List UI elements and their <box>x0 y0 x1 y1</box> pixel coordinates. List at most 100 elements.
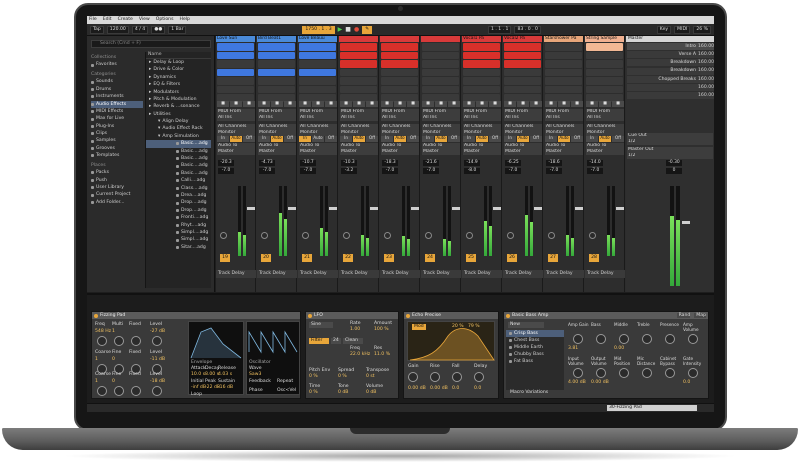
browser-preset-file[interactable]: Fronti....adg <box>146 214 211 221</box>
volume-readout[interactable]: -18.3 <box>382 160 398 166</box>
clip-slot[interactable] <box>340 60 377 68</box>
stop-clip-button[interactable]: ■ <box>586 100 598 107</box>
volume-readout[interactable]: -14.9 <box>464 160 480 166</box>
send-knob[interactable] <box>548 232 555 239</box>
send-knob[interactable] <box>384 232 391 239</box>
scene-tempo[interactable]: 160.00 <box>698 68 714 74</box>
track-number-button[interactable]: 24 <box>425 254 435 262</box>
monitor-auto-button[interactable]: Auto <box>271 135 283 142</box>
stop-clip-button[interactable]: ■ <box>612 100 624 107</box>
clip-slot[interactable] <box>422 68 459 76</box>
track-name[interactable]: Vocal1 Pa <box>462 36 501 42</box>
preset-item[interactable]: Chubby Bass <box>506 351 564 358</box>
stop-clip-button[interactable]: ■ <box>299 100 311 107</box>
lfo-param-value[interactable]: 100 % <box>374 327 389 333</box>
sustain-value[interactable]: -16 dB <box>218 385 233 391</box>
send-knob[interactable] <box>343 232 350 239</box>
scene-5[interactable]: Chopped Breaks 160.00 <box>627 75 714 83</box>
scene-2[interactable]: Verse A 160.00 <box>627 51 714 59</box>
browser-folder[interactable]: ▸ Modulators <box>146 89 211 96</box>
browser-preset-file[interactable]: Basic....adg <box>146 140 211 148</box>
track-number-button[interactable]: 21 <box>302 254 312 262</box>
operator-param-value[interactable]: -18 dB <box>150 379 165 385</box>
browser-folder[interactable]: ▸ Reverb & ...sonance <box>146 103 211 110</box>
lfo-param-value[interactable]: 0 % <box>338 374 347 380</box>
clip-slot[interactable] <box>381 60 418 68</box>
stop-clip-button[interactable]: ■ <box>463 100 475 107</box>
track-number-button[interactable]: 27 <box>548 254 558 262</box>
send-knob[interactable] <box>261 232 268 239</box>
clip-slot[interactable] <box>340 43 377 51</box>
track-name[interactable] <box>380 36 419 42</box>
stop-clip-button[interactable]: ■ <box>258 100 270 107</box>
filter-toggle[interactable]: Filter <box>309 338 329 344</box>
browser-preset-file[interactable]: Calli....adg <box>146 177 211 184</box>
filter-type[interactable]: Clean <box>343 338 363 344</box>
monitor-off-button[interactable]: Off <box>366 135 378 142</box>
echo-knob[interactable] <box>408 372 418 382</box>
category-item[interactable]: Drums <box>91 86 143 93</box>
volume-fader[interactable] <box>575 207 583 210</box>
lfo-param-value[interactable]: 22.0 kHz <box>350 352 370 358</box>
clip-slot[interactable] <box>463 60 500 68</box>
monitor-off-button[interactable]: Off <box>325 135 337 142</box>
clip-slot[interactable] <box>299 60 336 68</box>
pan-readout[interactable]: -7.0 <box>259 168 275 174</box>
monitor-in-button[interactable]: In <box>545 135 557 142</box>
monitor-in-button[interactable]: In <box>463 135 475 142</box>
pan-readout[interactable]: -7.0 <box>382 168 398 174</box>
clip-slot[interactable] <box>545 85 582 93</box>
collection-item[interactable]: Favorites <box>91 62 143 69</box>
clip-slot[interactable] <box>217 85 254 93</box>
pan-readout[interactable]: -7.0 <box>300 168 316 174</box>
send-knob[interactable] <box>425 232 432 239</box>
browser-preset-file[interactable]: Simpl....adg <box>146 236 211 243</box>
monitor-off-button[interactable]: Off <box>284 135 296 142</box>
volume-readout[interactable]: -6.25 <box>505 160 521 166</box>
io-master[interactable]: Master <box>545 149 583 155</box>
stop-clip-button[interactable]: ■ <box>517 100 529 107</box>
browser-preset-file[interactable]: Basic....adg <box>146 162 211 169</box>
key-button[interactable]: Key <box>656 25 672 34</box>
scene-4[interactable]: Breakdown 160.00 <box>627 67 714 75</box>
track-name[interactable] <box>421 36 460 42</box>
track-delay[interactable]: Track Delay <box>257 270 297 278</box>
clip-slot[interactable] <box>463 43 500 51</box>
monitor-auto-button[interactable]: Auto <box>599 135 611 142</box>
track-delay[interactable]: Track Delay <box>503 270 543 278</box>
amp-param-value[interactable]: 0.00 <box>614 346 624 352</box>
operator-knob[interactable] <box>114 336 124 346</box>
track-number-button[interactable]: 20 <box>261 254 271 262</box>
draw-mode-button[interactable]: ✎ <box>362 25 373 34</box>
operator-knob[interactable] <box>152 336 162 346</box>
stop-clip-button[interactable]: ■ <box>435 100 447 107</box>
play-icon[interactable]: ▶ <box>338 26 343 33</box>
send-knob[interactable] <box>507 232 514 239</box>
operator-param-value[interactable]: 1 <box>95 379 98 385</box>
arrangement-position[interactable]: 1750 . 1 . 3 <box>302 25 335 34</box>
stop-clip-button[interactable]: ■ <box>558 100 570 107</box>
initial-value[interactable]: -inf dB <box>191 385 206 391</box>
volume-fader[interactable] <box>329 207 337 210</box>
release-value[interactable]: 4.03 s <box>218 372 232 378</box>
clip-slot[interactable] <box>586 51 623 59</box>
browser-preset-file[interactable]: Basic....adg <box>146 170 211 177</box>
name-column-header[interactable]: Name <box>146 52 211 59</box>
stop-icon[interactable]: ■ <box>345 26 351 33</box>
clip-slot[interactable] <box>504 43 541 51</box>
menu-help[interactable]: Help <box>180 17 190 23</box>
volume-fader[interactable] <box>493 207 501 210</box>
clip-slot[interactable] <box>258 68 295 76</box>
echo-display[interactable]: Mod 20 % 79 % <box>407 321 495 361</box>
monitor-in-button[interactable]: In <box>504 135 516 142</box>
preset-item[interactable]: Middle Earth <box>506 344 564 351</box>
master-pan[interactable]: 0 <box>666 168 682 174</box>
stop-clip-button[interactable]: ■ <box>394 100 406 107</box>
track-name[interactable]: String Sample <box>585 36 624 42</box>
browser-folder[interactable]: ▸ EQ & Filters <box>146 81 211 88</box>
scene-tempo[interactable]: 160.00 <box>698 60 714 66</box>
stop-clip-button[interactable]: ■ <box>489 100 501 107</box>
browser-folder[interactable]: ▸ Delay & Loop <box>146 59 211 66</box>
amp-knob[interactable] <box>642 368 652 378</box>
lfo-param-value[interactable]: 0 dB <box>366 390 376 396</box>
